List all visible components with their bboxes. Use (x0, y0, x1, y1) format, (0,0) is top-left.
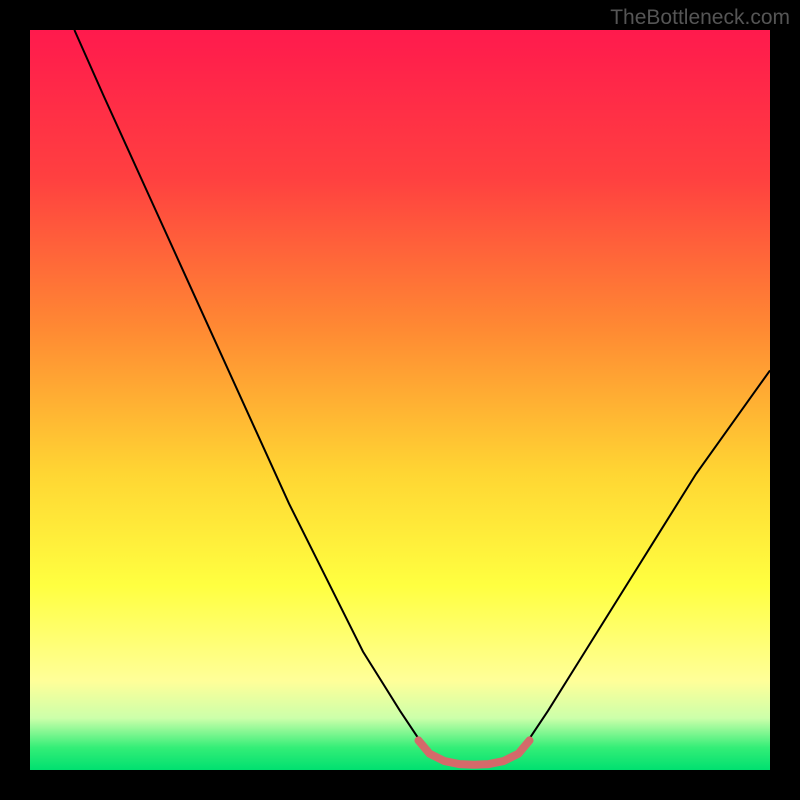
plot-background (30, 30, 770, 770)
watermark-text: TheBottleneck.com (610, 6, 790, 30)
bottleneck-chart (0, 0, 800, 800)
chart-container: TheBottleneck.com (0, 0, 800, 800)
